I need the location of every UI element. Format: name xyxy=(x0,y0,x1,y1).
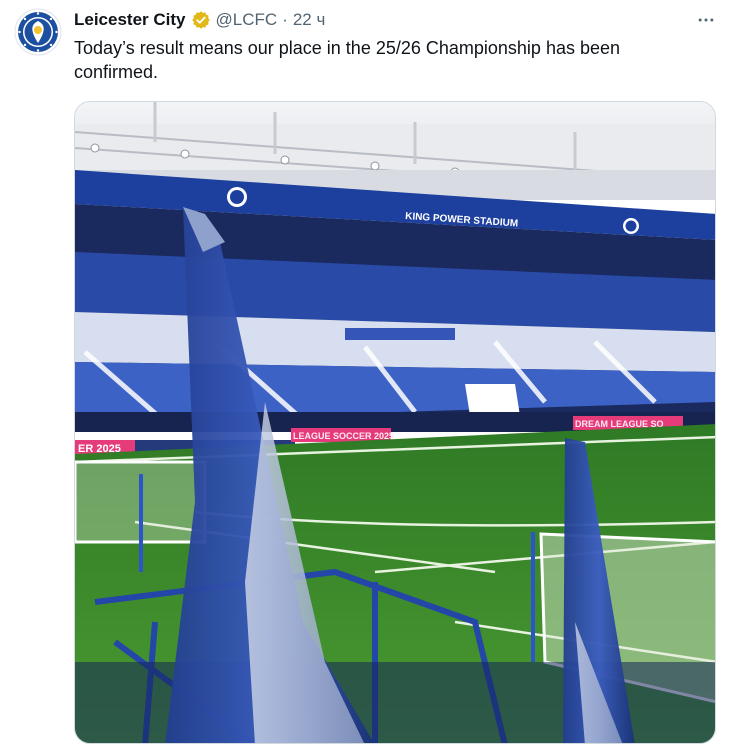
tweet-text: Today’s result means our place in the 25… xyxy=(74,38,621,82)
user-handle[interactable]: @LCFC xyxy=(216,9,278,31)
avatar[interactable] xyxy=(14,8,62,56)
center-ad-board-text: LEAGUE SOCCER 2025 xyxy=(293,431,394,441)
stadium-photo: KING POWER STADIUM ER 2025 LEAGUE SOCCER… xyxy=(75,102,715,743)
display-name[interactable]: Leicester City xyxy=(74,9,186,31)
tweet-header: Leicester City @LCFC · 22 ч xyxy=(74,9,325,31)
club-crest-icon xyxy=(14,8,62,56)
timestamp[interactable]: 22 ч xyxy=(293,9,326,31)
tweet-card[interactable]: Leicester City @LCFC · 22 ч Today’s resu… xyxy=(0,0,730,754)
gold-verified-badge-icon[interactable] xyxy=(191,10,211,30)
more-horizontal-icon xyxy=(698,18,714,22)
more-options-button[interactable] xyxy=(690,9,722,31)
separator-dot: · xyxy=(282,10,288,29)
stadium-stands xyxy=(75,204,715,432)
tweet-media-photo[interactable]: KING POWER STADIUM ER 2025 LEAGUE SOCCER… xyxy=(74,101,716,744)
